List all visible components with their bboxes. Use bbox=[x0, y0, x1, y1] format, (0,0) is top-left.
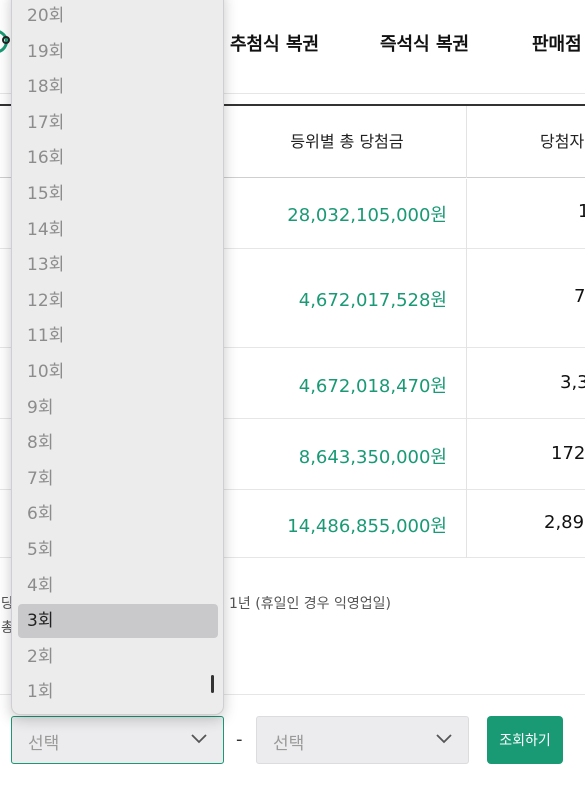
row-total-prize: 4,672,018,470원 bbox=[298, 376, 447, 397]
header-total-prize: 등위별 총 당첨금 bbox=[290, 132, 404, 151]
nav-instant-lottery[interactable]: 즉석식 복권 bbox=[380, 30, 469, 56]
chevron-down-icon bbox=[191, 734, 207, 744]
dropdown-option[interactable]: 4회 bbox=[18, 569, 218, 603]
row-total-prize: 28,032,105,000원 bbox=[287, 205, 447, 226]
header-winners: 당첨자 bbox=[540, 132, 585, 151]
round-end-select[interactable]: 선택 bbox=[256, 716, 469, 764]
round-start-select[interactable]: 선택 bbox=[11, 716, 224, 764]
dropdown-option[interactable]: 10회 bbox=[18, 355, 218, 389]
dropdown-option[interactable]: 13회 bbox=[18, 248, 218, 282]
round-dropdown-list[interactable]: 20회 19회 18회 17회 16회 15회 14회 13회 12회 11회 10회 9회 8회 7회 6… bbox=[11, 0, 224, 715]
dropdown-option[interactable]: 1회 bbox=[18, 675, 218, 709]
row-winners: 3,3 bbox=[560, 372, 585, 393]
dropdown-option[interactable]: 7회 bbox=[18, 462, 218, 496]
row-winners: 2,89 bbox=[544, 512, 585, 533]
dropdown-option[interactable]: 14회 bbox=[18, 213, 218, 247]
row-winners: 7 bbox=[574, 286, 585, 307]
nav-store[interactable]: 판매점 bbox=[532, 30, 582, 56]
select-value: 선택 bbox=[273, 734, 305, 754]
chevron-down-icon bbox=[436, 734, 452, 744]
dropdown-option[interactable]: 20회 bbox=[18, 0, 218, 33]
row-total-prize: 4,672,017,528원 bbox=[298, 290, 447, 311]
dropdown-option[interactable]: 15회 bbox=[18, 177, 218, 211]
row-winners: 1 bbox=[578, 201, 585, 222]
dropdown-option[interactable]: 19회 bbox=[18, 35, 218, 69]
dropdown-option[interactable]: 11회 bbox=[18, 319, 218, 353]
dropdown-option[interactable]: 18회 bbox=[18, 70, 218, 104]
dropdown-option[interactable]: 8회 bbox=[18, 426, 218, 460]
dropdown-option[interactable]: 2회 bbox=[18, 640, 218, 674]
range-separator: - bbox=[236, 729, 243, 750]
search-button[interactable]: 조회하기 bbox=[487, 716, 563, 764]
dropdown-option[interactable]: 5회 bbox=[18, 533, 218, 567]
dropdown-option[interactable]: 3회 bbox=[18, 604, 218, 639]
dropdown-option[interactable]: 16회 bbox=[18, 141, 218, 175]
nav-draw-lottery[interactable]: 추첨식 복권 bbox=[230, 30, 319, 56]
select-value: 선택 bbox=[28, 734, 60, 754]
dropdown-option[interactable]: 9회 bbox=[18, 391, 218, 425]
column-divider bbox=[466, 179, 467, 558]
row-winners: 172, bbox=[551, 443, 585, 464]
dropdown-option[interactable]: 12회 bbox=[18, 284, 218, 318]
dropdown-scrollbar[interactable] bbox=[211, 675, 214, 693]
row-total-prize: 8,643,350,000원 bbox=[298, 447, 447, 468]
row-total-prize: 14,486,855,000원 bbox=[287, 516, 447, 537]
column-divider bbox=[466, 106, 467, 178]
dropdown-option[interactable]: 17회 bbox=[18, 106, 218, 140]
note-claim-period: 1년 (휴일인 경우 익영업일) bbox=[229, 596, 391, 612]
dropdown-option[interactable]: 6회 bbox=[18, 497, 218, 531]
